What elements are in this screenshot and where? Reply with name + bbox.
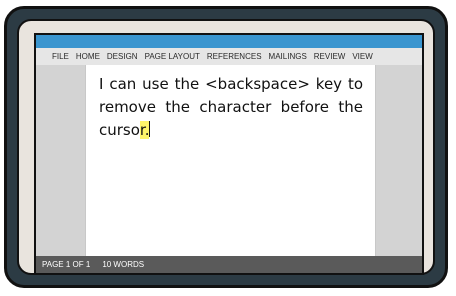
document-body-text[interactable]: I can use the <backspace> key to remove …	[99, 73, 363, 142]
tab-page-layout[interactable]: PAGE LAYOUT	[145, 52, 200, 61]
tab-design[interactable]: DESIGN	[107, 52, 138, 61]
document-text: I can use the <backspace> key to remove …	[99, 75, 363, 139]
document-page[interactable]: I can use the <backspace> key to remove …	[85, 65, 376, 256]
word-processor-window: FILE HOME DESIGN PAGE LAYOUT REFERENCES …	[34, 33, 424, 275]
highlighted-text: r.	[139, 121, 150, 139]
status-bar: PAGE 1 OF 1 10 WORDS	[36, 256, 422, 273]
ribbon-tabs: FILE HOME DESIGN PAGE LAYOUT REFERENCES …	[36, 48, 422, 65]
tab-file[interactable]: FILE	[52, 52, 69, 61]
tab-references[interactable]: REFERENCES	[207, 52, 262, 61]
word-count: 10 WORDS	[102, 260, 145, 269]
tab-view[interactable]: VIEW	[352, 52, 372, 61]
text-cursor	[149, 121, 151, 137]
document-workspace: I can use the <backspace> key to remove …	[36, 65, 422, 256]
tab-review[interactable]: REVIEW	[314, 52, 346, 61]
tab-mailings[interactable]: MAILINGS	[269, 52, 307, 61]
tab-home[interactable]: HOME	[76, 52, 100, 61]
page-count: PAGE 1 OF 1	[42, 260, 91, 269]
